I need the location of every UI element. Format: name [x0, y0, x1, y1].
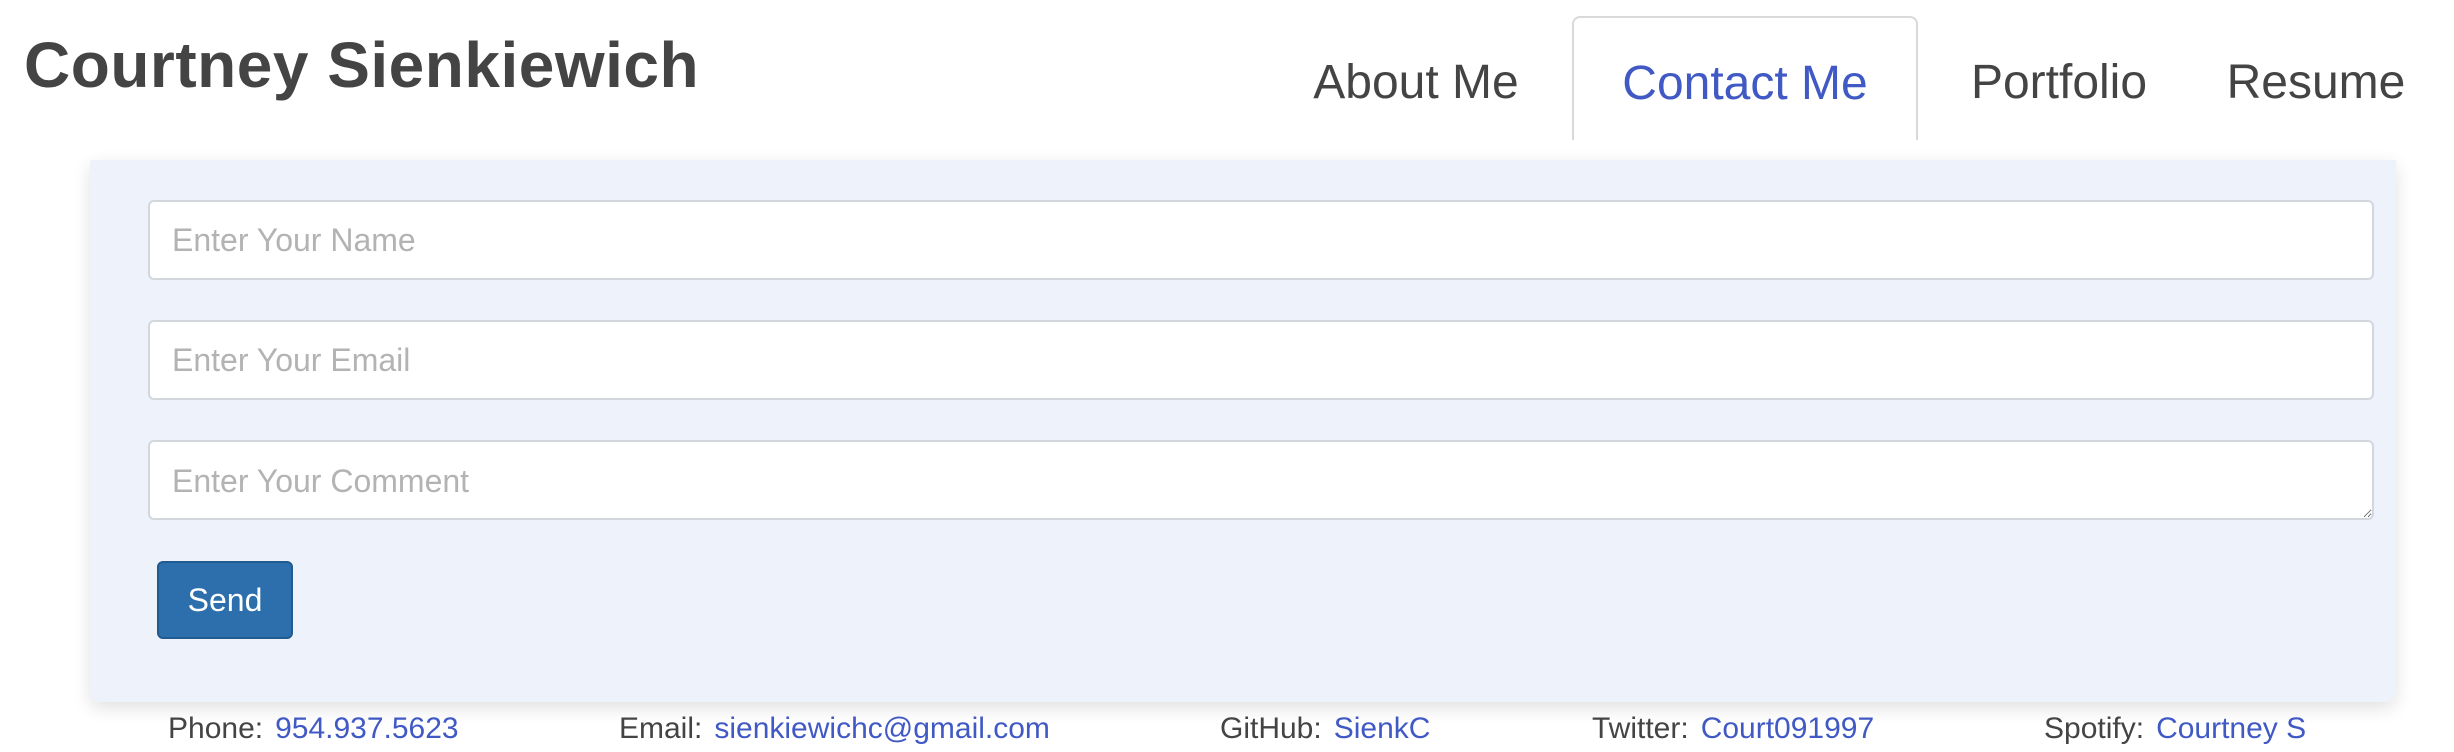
footer-email: Email: sienkiewichc@gmail.com [619, 712, 1050, 746]
tab-portfolio[interactable]: Portfolio [1918, 16, 2200, 140]
tab-contact-me[interactable]: Contact Me [1572, 16, 1918, 140]
contact-footer: Phone: 954.937.5623 Email: sienkiewichc@gm… [0, 712, 2454, 752]
comment-textarea[interactable] [148, 440, 2374, 520]
site-title: Courtney Sienkiewich [24, 29, 700, 101]
tab-resume[interactable]: Resume [2200, 16, 2432, 140]
phone-link[interactable]: 954.937.5623 [275, 712, 459, 745]
page: Courtney Sienkiewich About Me Contact Me… [0, 0, 2454, 752]
footer-github: GitHub: SienkC [1220, 712, 1430, 746]
github-link[interactable]: SienkC [1334, 712, 1431, 745]
github-label: GitHub: [1220, 712, 1322, 745]
spotify-link[interactable]: Courtney S [2156, 712, 2306, 745]
contact-form-card: Send [90, 160, 2396, 702]
send-button[interactable]: Send [157, 561, 293, 639]
main-nav: About Me Contact Me Portfolio Resume [1260, 16, 2432, 140]
footer-twitter: Twitter: Court091997 [1592, 712, 1874, 746]
spotify-label: Spotify: [2044, 712, 2145, 745]
tab-about-me[interactable]: About Me [1260, 16, 1572, 140]
footer-phone: Phone: 954.937.5623 [168, 712, 459, 746]
twitter-link[interactable]: Court091997 [1701, 712, 1874, 745]
twitter-label: Twitter: [1592, 712, 1689, 745]
email-link[interactable]: sienkiewichc@gmail.com [714, 712, 1050, 745]
email-input[interactable] [148, 320, 2374, 400]
footer-spotify: Spotify: Courtney S [2044, 712, 2306, 746]
name-input[interactable] [148, 200, 2374, 280]
phone-label: Phone: [168, 712, 264, 745]
email-label: Email: [619, 712, 703, 745]
